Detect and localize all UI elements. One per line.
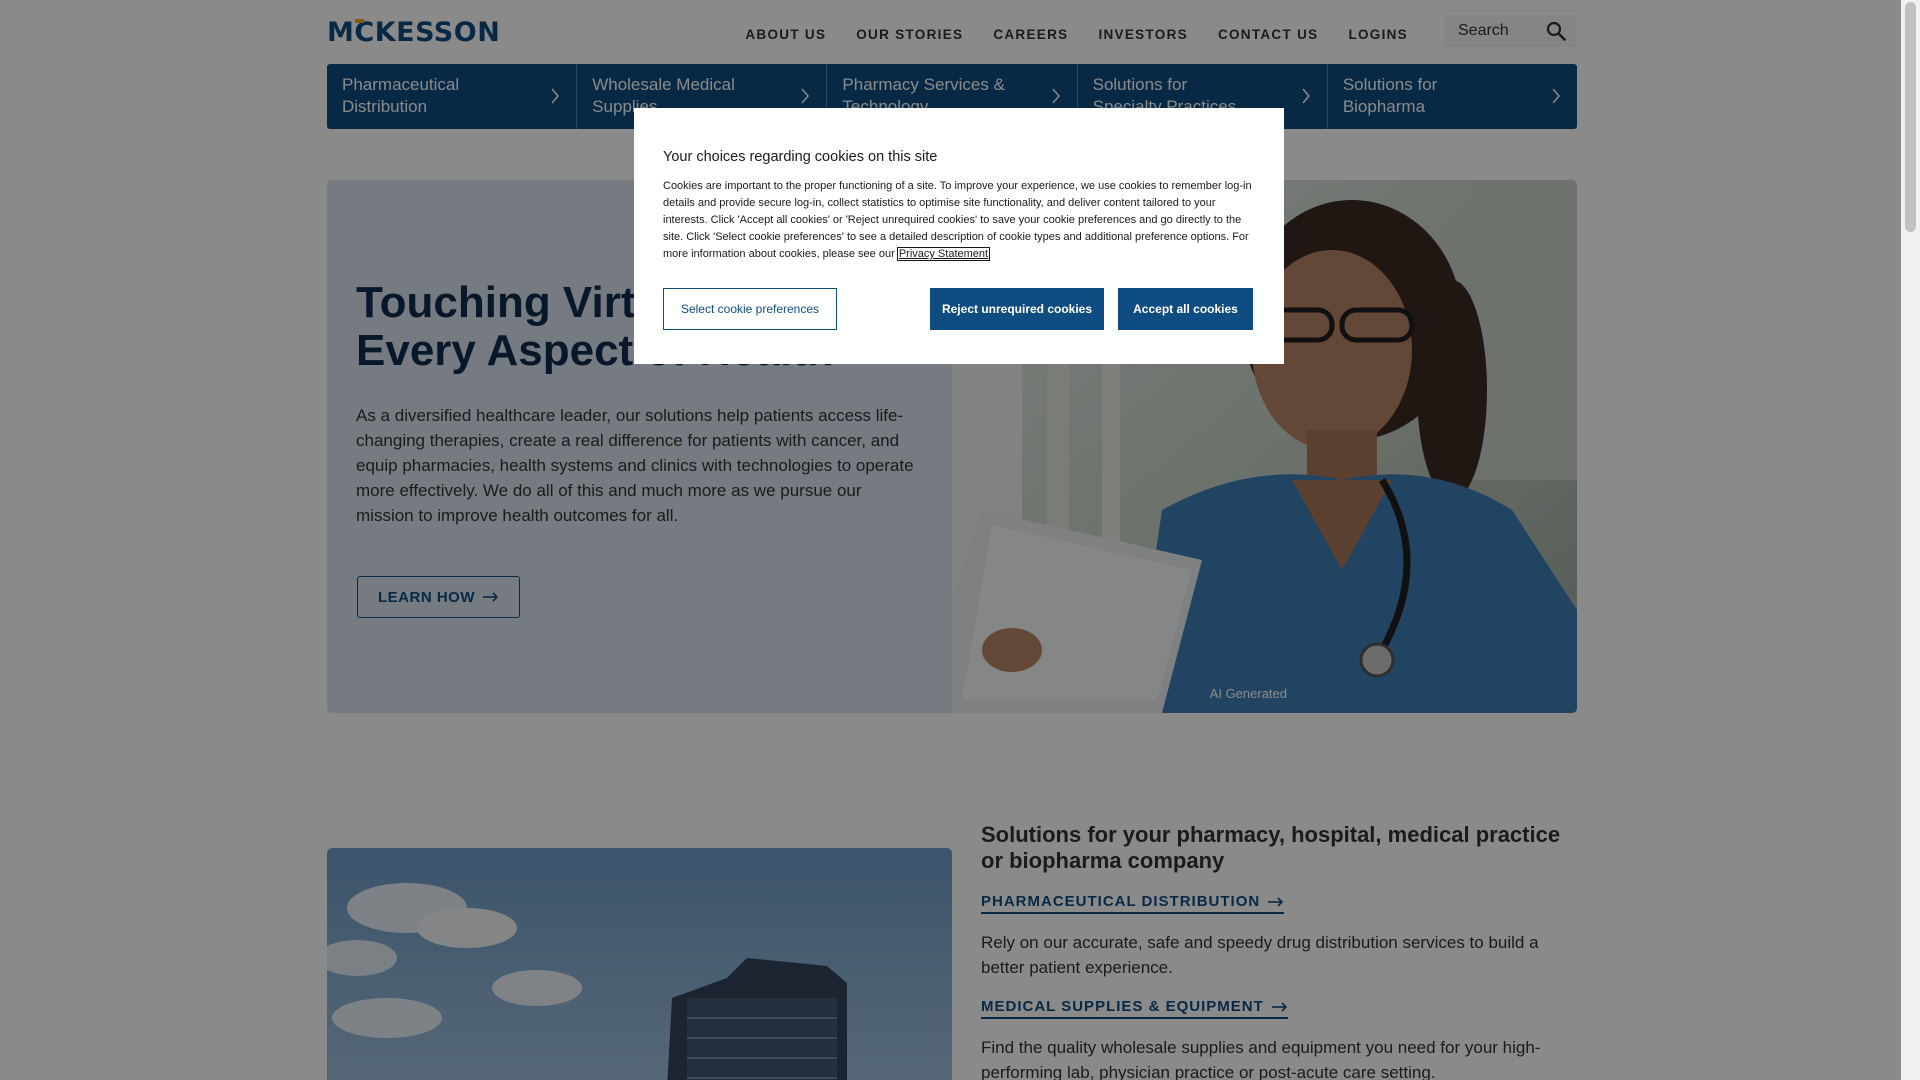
page-scrollbar[interactable] <box>1901 0 1920 1080</box>
privacy-statement-link[interactable]: Privacy Statement <box>896 247 991 261</box>
cookie-dialog-body: Cookies are important to the proper func… <box>663 178 1253 263</box>
cookie-consent-dialog: Your choices regarding cookies on this s… <box>634 108 1284 364</box>
accept-all-cookies-button[interactable]: Accept all cookies <box>1118 288 1253 330</box>
reject-unrequired-cookies-button[interactable]: Reject unrequired cookies <box>930 288 1104 330</box>
scrollbar-thumb[interactable] <box>1905 2 1916 232</box>
select-cookie-preferences-button[interactable]: Select cookie preferences <box>663 288 837 330</box>
page: MC KESSON ABOUT US OUR STORIES CAREERS IN… <box>0 0 1901 1080</box>
cookie-dialog-title: Your choices regarding cookies on this s… <box>663 149 938 165</box>
